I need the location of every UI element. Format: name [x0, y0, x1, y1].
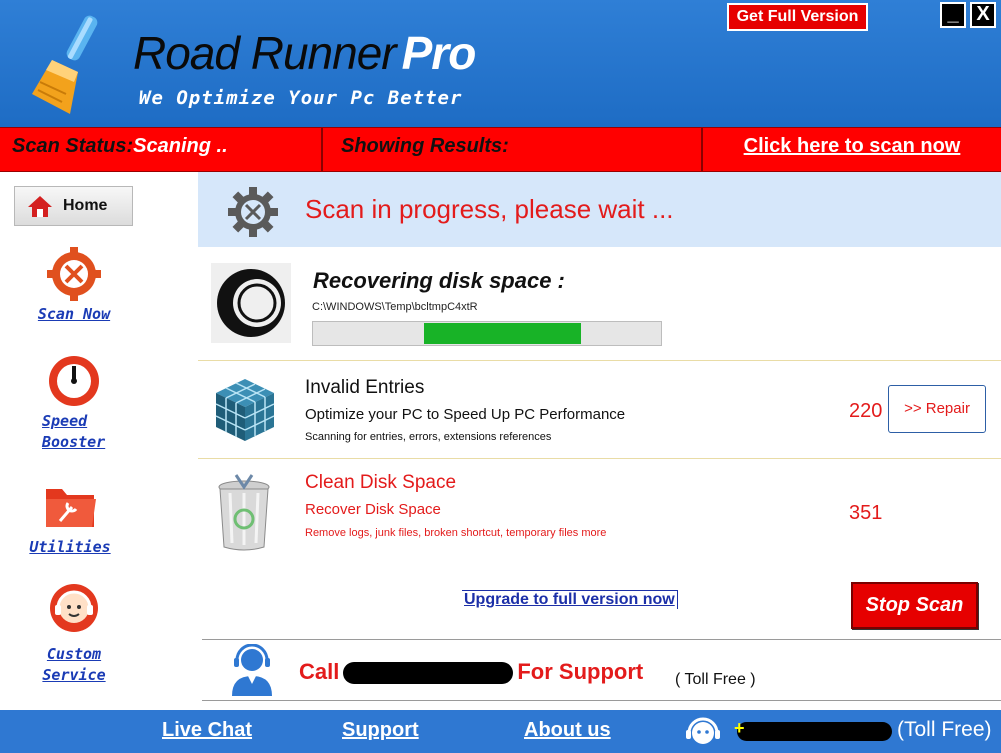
app-tagline: We Optimize Your Pc Better	[139, 87, 463, 109]
clean-disk-subtitle: Recover Disk Space	[305, 501, 441, 518]
support-agent-icon	[232, 644, 272, 696]
sidebar-label-custom: Custom	[46, 645, 102, 663]
sidebar: Home Scan Now Speed Booster Utilities Cu…	[0, 172, 198, 710]
app-title: Road Runner Pro	[133, 26, 477, 80]
app-title-pro: Pro	[401, 27, 477, 79]
clean-disk-detail: Remove logs, junk files, broken shortcut…	[305, 527, 607, 539]
clean-disk-count: 351	[849, 502, 883, 524]
recovery-progress-bar	[312, 321, 662, 346]
gear-icon	[228, 187, 278, 237]
recovering-path: C:\WINDOWS\Temp\bcltmpC4xtR	[312, 301, 478, 313]
call-prefix: Call	[299, 659, 340, 684]
call-support-text: Call For Support	[299, 659, 643, 685]
scan-now-link[interactable]: Click here to scan now	[703, 128, 1001, 171]
headset-icon	[50, 584, 98, 632]
get-full-version-button[interactable]: Get Full Version	[727, 3, 868, 31]
home-label: Home	[63, 197, 108, 214]
scan-status-label: Scan Status:	[12, 135, 134, 157]
sidebar-item-custom-service[interactable]: Custom Service	[24, 582, 124, 686]
redacted-footer-phone	[734, 718, 892, 741]
toll-free-label: ( Toll Free )	[675, 671, 756, 688]
folder-tools-icon	[46, 489, 96, 527]
recovery-progress-fill	[424, 323, 581, 344]
live-chat-link[interactable]: Live Chat	[162, 719, 252, 742]
invalid-entries-row: Invalid Entries Optimize your PC to Spee…	[198, 360, 1001, 459]
sidebar-label-service: Service	[42, 666, 106, 684]
app-title-main: Road Runner	[133, 27, 397, 79]
redacted-phone	[343, 662, 514, 685]
recovering-title: Recovering disk space :	[313, 268, 565, 293]
clean-disk-row: Clean Disk Space Recover Disk Space Remo…	[198, 459, 1001, 564]
about-us-link[interactable]: About us	[524, 719, 611, 742]
recovering-section: Recovering disk space : C:\WINDOWS\Temp\…	[198, 247, 1001, 360]
home-icon	[28, 196, 52, 217]
upgrade-link[interactable]: Upgrade to full version now	[462, 590, 678, 609]
call-suffix: For Support	[517, 659, 644, 684]
support-banner: Call For Support ( Toll Free )	[202, 639, 1001, 701]
recycle-bin-icon	[218, 474, 270, 551]
scan-progress-message: Scan in progress, please wait ...	[305, 194, 674, 224]
invalid-entries-count: 220	[849, 400, 883, 422]
repair-button[interactable]: >> Repair	[888, 385, 986, 433]
footer-toll-free: (Toll Free)	[897, 718, 992, 741]
broom-logo-icon	[32, 15, 98, 114]
sidebar-item-utilities[interactable]: Utilities	[20, 481, 120, 558]
support-link[interactable]: Support	[342, 719, 419, 742]
gear-wrench-icon	[47, 247, 101, 301]
status-bar: Scan Status:Scaning .. Showing Results: …	[0, 127, 1001, 172]
invalid-entries-title: Invalid Entries	[305, 377, 425, 398]
registry-cube-icon	[215, 379, 275, 441]
disk-icon-box	[211, 263, 291, 343]
scan-status: Scan Status:Scaning ..	[0, 128, 323, 171]
disk-cleanup-icon	[217, 269, 285, 337]
speedometer-icon	[49, 356, 99, 406]
clean-disk-title: Clean Disk Space	[305, 472, 457, 493]
app-header: Road Runner Pro We Optimize Your Pc Bette…	[0, 0, 1001, 127]
scan-progress-banner: Scan in progress, please wait ...	[198, 172, 1001, 247]
invalid-entries-detail: Scanning for entries, errors, extensions…	[305, 431, 552, 443]
sidebar-label-utilities: Utilities	[29, 538, 111, 556]
home-button[interactable]: Home	[14, 186, 133, 226]
sidebar-item-scan-now[interactable]: Scan Now	[24, 246, 124, 325]
minimize-button[interactable]: _	[940, 2, 966, 28]
invalid-entries-subtitle: Optimize your PC to Speed Up PC Performa…	[305, 406, 626, 423]
scan-status-value: Scaning ..	[133, 135, 228, 157]
headset-support-icon	[686, 717, 720, 744]
sidebar-label-booster: Booster	[42, 433, 106, 451]
sidebar-label-scan-now: Scan Now	[37, 305, 111, 323]
close-button[interactable]: X	[970, 2, 996, 28]
sidebar-label-speed: Speed	[42, 412, 88, 430]
showing-results-label: Showing Results:	[323, 128, 703, 171]
stop-scan-button[interactable]: Stop Scan	[851, 582, 978, 629]
footer-bar: Live Chat Support About us (Toll Free)	[0, 710, 1001, 753]
sidebar-item-speed-booster[interactable]: Speed Booster	[24, 353, 124, 453]
